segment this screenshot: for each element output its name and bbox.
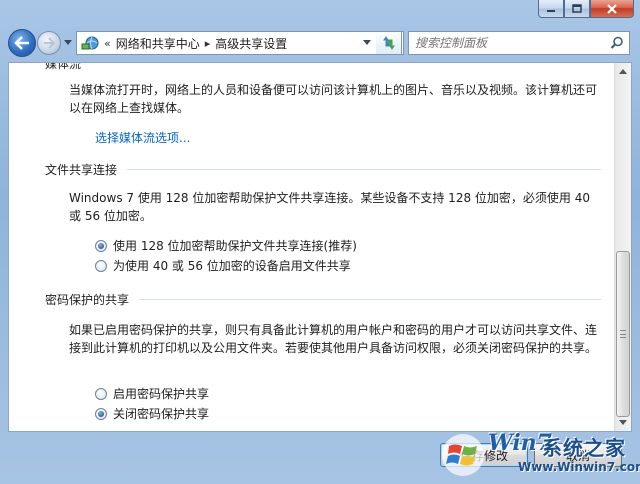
password-sharing-on-radio[interactable] bbox=[95, 387, 107, 400]
scrollbar-thumb[interactable] bbox=[616, 251, 630, 417]
password-sharing-on-option[interactable]: 启用密码保护共享 bbox=[95, 385, 209, 402]
forward-button[interactable] bbox=[37, 31, 61, 55]
minimize-button[interactable] bbox=[538, 0, 564, 18]
password-sharing-off-option[interactable]: 关闭密码保护共享 bbox=[95, 405, 209, 422]
file-sharing-title: 文件共享连接 bbox=[45, 162, 118, 177]
arrow-right-icon bbox=[44, 37, 55, 49]
settings-scroll-area: 媒体流 当媒体流打开时，网络上的人员和设备便可以访问该计算机上的图片、音乐以及视… bbox=[9, 63, 615, 431]
encryption-40-56-option[interactable]: 为使用 40 或 56 位加密的设备启用文件共享 bbox=[95, 257, 351, 274]
breadcrumb-advanced-sharing[interactable]: 高级共享设置 bbox=[215, 35, 287, 52]
password-sharing-description: 如果已启用密码保护的共享，则只有具备此计算机的用户帐户和密码的用户才可以访问共享… bbox=[69, 323, 598, 355]
password-sharing-off-radio[interactable] bbox=[95, 407, 107, 420]
close-icon bbox=[607, 3, 617, 14]
password-sharing-title: 密码保护的共享 bbox=[45, 292, 130, 307]
scroll-up-button[interactable] bbox=[615, 63, 631, 80]
maximize-icon bbox=[572, 4, 582, 13]
watermark-site-name: 系统之家 bbox=[542, 436, 626, 460]
encryption-40-56-radio[interactable] bbox=[95, 259, 107, 272]
close-button[interactable] bbox=[590, 0, 634, 18]
section-divider bbox=[139, 298, 601, 300]
encryption-128-radio[interactable] bbox=[95, 239, 107, 252]
window-frame: « 网络和共享中心 ▸ 高级共享设置 媒体流 当媒体流打开时，网络上的人员和设备… bbox=[0, 0, 640, 484]
breadcrumb-overflow[interactable]: « bbox=[104, 37, 111, 50]
address-bar[interactable]: « 网络和共享中心 ▸ 高级共享设置 bbox=[76, 31, 404, 55]
encryption-128-option[interactable]: 使用 128 位加密帮助保护文件共享连接(推荐) bbox=[95, 237, 357, 254]
settings-content-pane: 媒体流 当媒体流打开时，网络上的人员和设备便可以访问该计算机上的图片、音乐以及视… bbox=[8, 62, 632, 432]
encryption-40-56-label[interactable]: 为使用 40 或 56 位加密的设备启用文件共享 bbox=[113, 257, 351, 274]
chevron-down-icon bbox=[619, 420, 627, 425]
arrow-left-icon bbox=[14, 36, 29, 50]
site-watermark: Win7 系统之家 Www.Winwin7.com bbox=[432, 428, 640, 482]
refresh-button[interactable] bbox=[376, 31, 402, 55]
recent-pages-dropdown-icon[interactable] bbox=[64, 40, 72, 46]
media-streaming-heading: 媒体流 bbox=[45, 62, 82, 71]
navigation-bar: « 网络和共享中心 ▸ 高级共享设置 bbox=[0, 24, 640, 62]
password-sharing-off-label[interactable]: 关闭密码保护共享 bbox=[113, 405, 209, 422]
search-box[interactable] bbox=[408, 31, 630, 55]
media-streaming-options-link[interactable]: 选择媒体流选项... bbox=[95, 129, 190, 146]
back-button[interactable] bbox=[8, 29, 36, 57]
refresh-icon bbox=[382, 36, 395, 50]
network-center-icon bbox=[81, 36, 99, 50]
media-streaming-description: 当媒体流打开时，网络上的人员和设备便可以访问该计算机上的图片、音乐以及视频。该计… bbox=[69, 83, 598, 115]
caption-buttons bbox=[538, 0, 634, 18]
breadcrumb-network-center[interactable]: 网络和共享中心 bbox=[116, 35, 200, 52]
search-icon[interactable] bbox=[610, 36, 624, 50]
minimize-icon bbox=[547, 9, 555, 12]
watermark-url: Www.Winwin7.com bbox=[518, 460, 640, 474]
vertical-scrollbar[interactable] bbox=[614, 63, 631, 431]
password-sharing-on-label[interactable]: 启用密码保护共享 bbox=[113, 385, 209, 402]
file-sharing-section-header: 文件共享连接 bbox=[45, 161, 601, 177]
password-sharing-section-header: 密码保护的共享 bbox=[45, 291, 601, 307]
scrollbar-grip bbox=[620, 330, 626, 338]
breadcrumb-chevron-icon[interactable]: ▸ bbox=[205, 37, 211, 50]
encryption-128-label[interactable]: 使用 128 位加密帮助保护文件共享连接(推荐) bbox=[113, 237, 357, 254]
section-divider bbox=[127, 168, 601, 170]
windows-logo-icon bbox=[442, 434, 484, 476]
file-sharing-description: Windows 7 使用 128 位加密帮助保护文件共享连接。某些设备不支持 1… bbox=[69, 191, 590, 223]
chevron-up-icon bbox=[619, 69, 627, 74]
maximize-button[interactable] bbox=[564, 0, 590, 18]
search-input[interactable] bbox=[409, 36, 599, 50]
address-dropdown-icon[interactable] bbox=[363, 40, 371, 46]
